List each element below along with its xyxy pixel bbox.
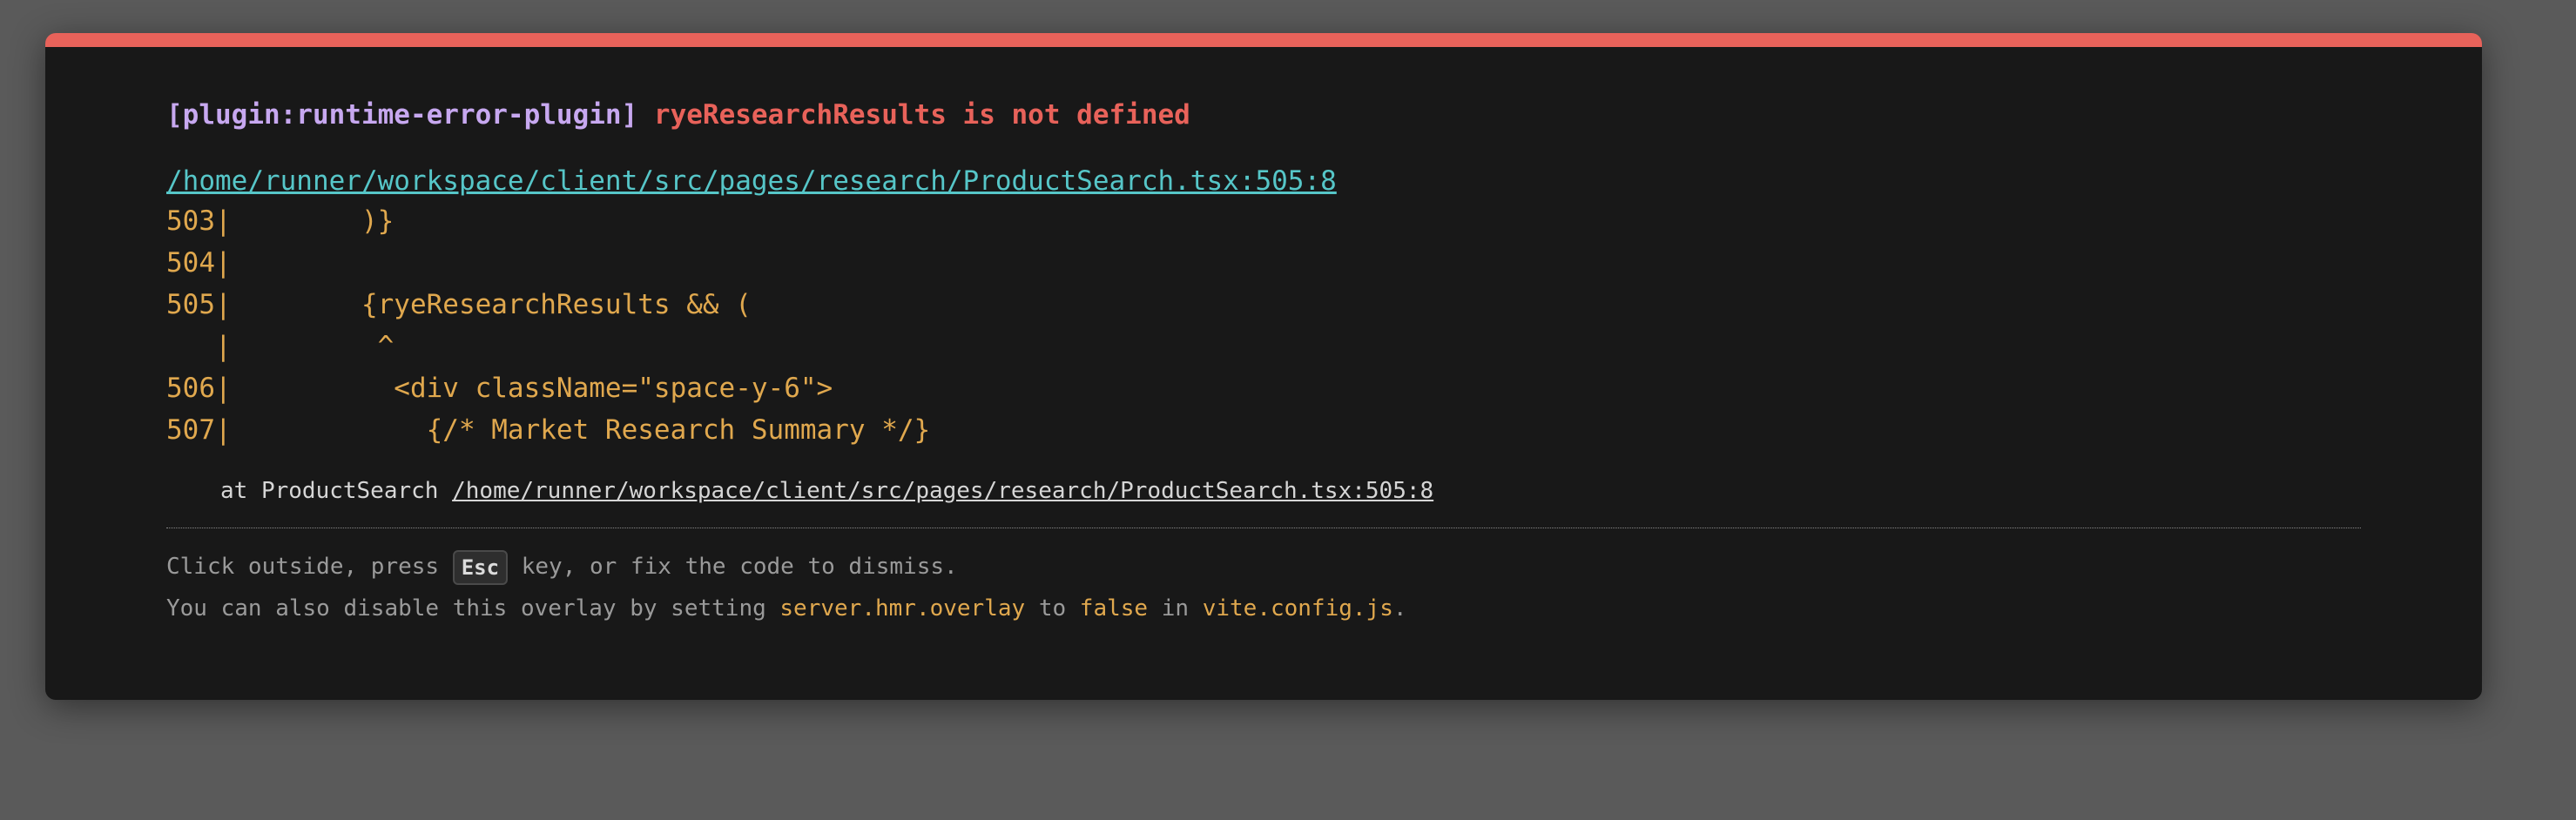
code-line: 506| <div className="space-y-6">	[166, 373, 833, 404]
tip-text: to	[1025, 595, 1080, 622]
tip-text: key, or fix the code to dismiss.	[508, 554, 958, 580]
error-message: [plugin:runtime-error-plugin] ryeResearc…	[166, 96, 2361, 134]
stack-file-link[interactable]: /home/runner/workspace/client/src/pages/…	[452, 478, 1433, 504]
value-code: false	[1079, 595, 1149, 622]
disable-tip: You can also disable this overlay by set…	[166, 588, 2361, 629]
tip-text: in	[1148, 595, 1203, 622]
stack-trace: at ProductSearch /home/runner/workspace/…	[166, 474, 2361, 508]
setting-code: server.hmr.overlay	[779, 595, 1026, 622]
code-line: 505| {ryeResearchResults && (	[166, 289, 752, 320]
code-line: 503| )}	[166, 205, 394, 237]
code-line: 507| {/* Market Research Summary */}	[166, 414, 931, 446]
tip-text: You can also disable this overlay by set…	[166, 595, 780, 622]
error-text: ryeResearchResults is not defined	[653, 99, 1190, 131]
tip-text: .	[1393, 595, 1407, 622]
error-content: [plugin:runtime-error-plugin] ryeResearc…	[166, 96, 2361, 629]
stack-prefix: at ProductSearch	[220, 478, 453, 504]
code-frame: 503| )} 504| 505| {ryeResearchResults &&…	[166, 200, 2361, 451]
tip-text: Click outside, press	[166, 554, 453, 580]
esc-key-badge: Esc	[452, 549, 509, 585]
error-file-link[interactable]: /home/runner/workspace/client/src/pages/…	[166, 162, 2361, 200]
plugin-label: [plugin:runtime-error-plugin]	[166, 99, 638, 131]
error-overlay-window: [plugin:runtime-error-plugin] ryeResearc…	[45, 33, 2482, 700]
dismiss-tip: Click outside, press Esc key, or fix the…	[166, 546, 2361, 588]
code-line: 504|	[166, 247, 232, 279]
code-line-caret: | ^	[166, 331, 394, 362]
config-file-code: vite.config.js	[1202, 595, 1393, 622]
